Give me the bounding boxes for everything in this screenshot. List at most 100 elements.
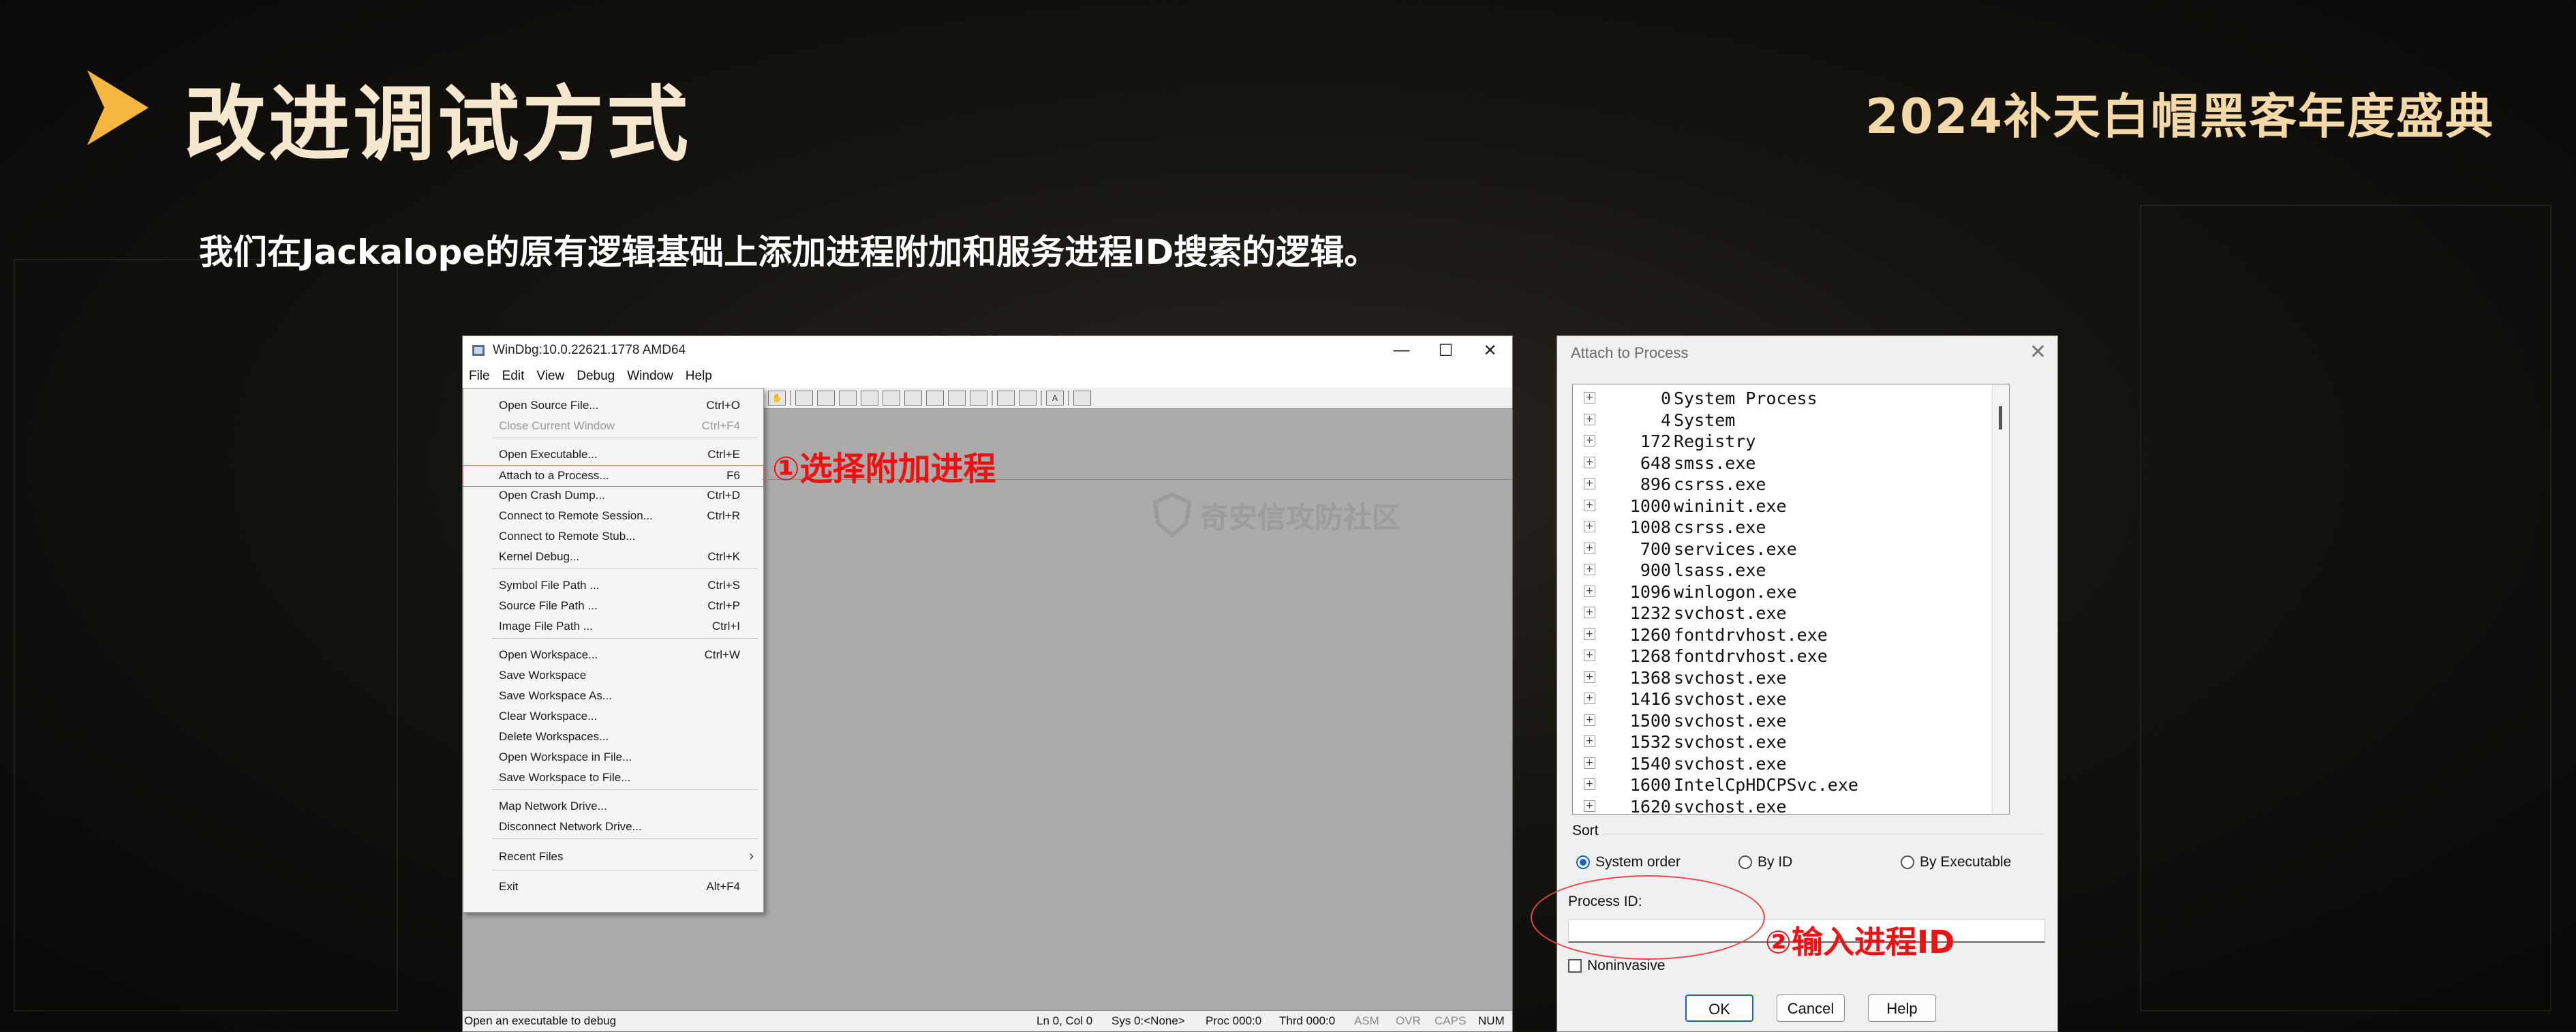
file-menu-item[interactable]: Exit Alt+F4 xyxy=(463,877,763,897)
process-list-scrollbar[interactable] xyxy=(1992,384,2009,814)
dialog-close-button[interactable]: ✕ xyxy=(2029,340,2046,364)
callstack-window-icon[interactable] xyxy=(904,391,922,406)
processes-threads-icon[interactable] xyxy=(970,391,987,406)
expand-icon[interactable]: + xyxy=(1584,392,1595,404)
expand-icon[interactable]: + xyxy=(1584,478,1595,489)
watch-window-icon[interactable] xyxy=(817,391,835,406)
file-menu-item[interactable]: Open Workspace... Ctrl+W xyxy=(463,645,763,665)
menu-item-label: Source File Path ... xyxy=(499,599,598,612)
process-row[interactable]: +896 csrss.exe xyxy=(1573,473,1989,495)
locals-window-icon[interactable] xyxy=(839,391,857,406)
process-row[interactable]: +1368 svchost.exe xyxy=(1573,667,1989,688)
file-menu-item[interactable]: Delete Workspaces... xyxy=(463,727,763,747)
menu-view[interactable]: View xyxy=(530,369,570,384)
menu-window[interactable]: Window xyxy=(621,369,679,384)
file-menu-item[interactable]: Save Workspace As... xyxy=(463,686,763,706)
process-row[interactable]: +1008 csrss.exe xyxy=(1573,516,1989,538)
hand-tool-icon[interactable]: ✋ xyxy=(768,391,786,406)
expand-icon[interactable]: + xyxy=(1584,800,1595,812)
sort-by-executable-radio[interactable]: By Executable xyxy=(1901,854,2011,870)
file-menu-item[interactable]: Image File Path ... Ctrl+I xyxy=(463,616,763,637)
menu-edit[interactable]: Edit xyxy=(496,369,531,384)
file-menu-item[interactable]: Recent Files › xyxy=(463,847,763,867)
process-row[interactable]: +172 Registry xyxy=(1573,430,1989,452)
process-row[interactable]: +700 services.exe xyxy=(1573,538,1989,560)
sort-system-order-radio[interactable]: System order xyxy=(1576,854,1681,870)
file-menu-item[interactable]: Open Workspace in File... xyxy=(463,747,763,768)
expand-icon[interactable]: + xyxy=(1584,456,1595,468)
file-menu-item[interactable]: Open Executable... Ctrl+E xyxy=(463,444,763,465)
expand-icon[interactable]: + xyxy=(1584,542,1595,554)
expand-icon[interactable]: + xyxy=(1584,564,1595,575)
expand-icon[interactable]: + xyxy=(1584,650,1595,661)
expand-icon[interactable]: + xyxy=(1584,435,1595,446)
process-row[interactable]: +1232 svchost.exe xyxy=(1573,602,1989,624)
expand-icon[interactable]: + xyxy=(1584,778,1595,790)
expand-icon[interactable]: + xyxy=(1584,607,1595,618)
process-row[interactable]: +648 smss.exe xyxy=(1573,452,1989,474)
expand-icon[interactable]: + xyxy=(1584,671,1595,683)
file-menu-item[interactable]: Open Crash Dump... Ctrl+D xyxy=(463,485,763,506)
source-mode-icon[interactable] xyxy=(997,391,1015,406)
process-row[interactable]: +1532 svchost.exe xyxy=(1573,731,1989,753)
menu-file[interactable]: File xyxy=(463,369,496,384)
sort-option-label: By ID xyxy=(1758,854,1793,870)
expand-icon[interactable]: + xyxy=(1584,757,1595,769)
memory-window-icon[interactable] xyxy=(883,391,900,406)
process-row[interactable]: +0 System Process xyxy=(1573,387,1989,409)
expand-icon[interactable]: + xyxy=(1584,628,1595,640)
menu-debug[interactable]: Debug xyxy=(570,369,621,384)
expand-icon[interactable]: + xyxy=(1584,735,1595,747)
process-row[interactable]: +1620 svchost.exe xyxy=(1573,795,1989,814)
file-menu-item[interactable]: Connect to Remote Session... Ctrl+R xyxy=(463,506,763,526)
sort-by-id-radio[interactable]: By ID xyxy=(1738,854,1792,870)
file-menu-item[interactable]: Open Source File... Ctrl+O xyxy=(463,395,763,416)
font-icon[interactable]: A xyxy=(1046,391,1064,406)
ok-button[interactable]: OK xyxy=(1685,995,1753,1022)
file-menu-item[interactable]: Kernel Debug... Ctrl+K xyxy=(463,547,763,567)
file-menu-item[interactable]: Connect to Remote Stub... xyxy=(463,526,763,547)
options-icon[interactable] xyxy=(1073,391,1091,406)
process-tree-list[interactable]: +0 System Process +4 System +172 Registry +648… xyxy=(1572,384,2010,815)
noninvasive-checkbox[interactable]: Noninvasive xyxy=(1568,958,1665,974)
menu-item-label: Symbol File Path ... xyxy=(499,579,600,592)
process-row[interactable]: +1096 winlogon.exe xyxy=(1573,581,1989,603)
expand-icon[interactable]: + xyxy=(1584,714,1595,726)
cancel-button[interactable]: Cancel xyxy=(1777,995,1845,1022)
file-menu-item[interactable]: Disconnect Network Drive... xyxy=(463,817,763,837)
file-menu-item[interactable]: Save Workspace xyxy=(463,665,763,686)
process-row[interactable]: +1260 fontdrvhost.exe xyxy=(1573,624,1989,646)
file-menu-item[interactable]: Attach to a Process... F6 xyxy=(463,465,764,487)
process-row[interactable]: +1000 wininit.exe xyxy=(1573,495,1989,517)
menu-item-label: Save Workspace xyxy=(499,669,587,682)
file-menu-item[interactable]: Clear Workspace... xyxy=(463,706,763,727)
expand-icon[interactable]: + xyxy=(1584,585,1595,597)
process-row[interactable]: +1268 fontdrvhost.exe xyxy=(1573,645,1989,667)
hex-mode-icon[interactable] xyxy=(1019,391,1037,406)
process-row[interactable]: +1500 svchost.exe xyxy=(1573,710,1989,731)
expand-icon[interactable]: + xyxy=(1584,499,1595,511)
process-row[interactable]: +1600 IntelCpHDCPSvc.exe xyxy=(1573,774,1989,795)
file-menu-item[interactable]: Symbol File Path ... Ctrl+S xyxy=(463,575,763,596)
process-row[interactable]: +1416 svchost.exe xyxy=(1573,688,1989,710)
help-button[interactable]: Help xyxy=(1868,995,1936,1022)
minimize-button[interactable]: — xyxy=(1379,341,1424,360)
file-menu-item[interactable]: Source File Path ... Ctrl+P xyxy=(463,596,763,616)
menu-help[interactable]: Help xyxy=(679,369,718,384)
expand-icon[interactable]: + xyxy=(1584,693,1595,704)
menu-item-label: Clear Workspace... xyxy=(499,710,598,723)
registers-window-icon[interactable] xyxy=(861,391,878,406)
process-row[interactable]: +4 System xyxy=(1573,409,1989,431)
scratch-pad-icon[interactable] xyxy=(948,391,966,406)
command-window-icon[interactable] xyxy=(795,391,813,406)
expand-icon[interactable]: + xyxy=(1584,413,1595,425)
file-menu-item[interactable]: Save Workspace to File... xyxy=(463,768,763,788)
process-row[interactable]: +900 lsass.exe xyxy=(1573,559,1989,581)
close-button[interactable]: ✕ xyxy=(1468,341,1512,361)
maximize-button[interactable]: ☐ xyxy=(1424,341,1468,361)
file-menu-item[interactable]: Map Network Drive... xyxy=(463,796,763,817)
expand-icon[interactable]: + xyxy=(1584,521,1595,532)
process-row[interactable]: +1540 svchost.exe xyxy=(1573,753,1989,774)
disassembly-window-icon[interactable] xyxy=(926,391,944,406)
scrollbar-thumb[interactable] xyxy=(1999,406,2002,429)
